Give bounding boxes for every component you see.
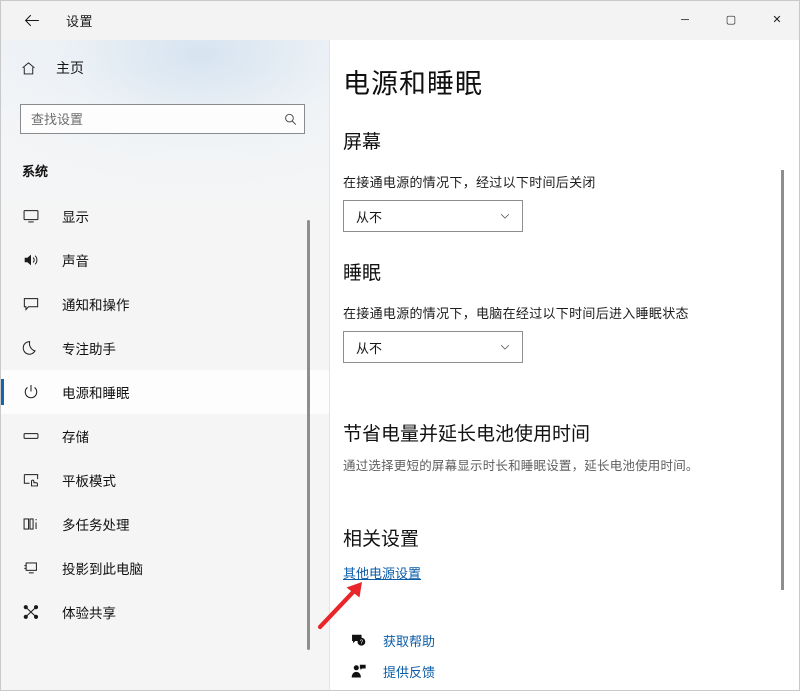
- sidebar-item-label: 显示: [62, 210, 89, 225]
- sidebar-item-shared-experiences[interactable]: 体验共享: [0, 590, 329, 634]
- help-bubble-icon: ?: [343, 632, 373, 649]
- storage-icon: [22, 427, 46, 445]
- sidebar-item-label: 存储: [62, 430, 89, 445]
- give-feedback-label: 提供反馈: [383, 665, 436, 680]
- sidebar-scrollbar[interactable]: [307, 220, 310, 650]
- moon-icon: [22, 339, 46, 357]
- project-icon: [22, 559, 46, 577]
- search-box[interactable]: [20, 104, 305, 134]
- sidebar-item-power-and-sleep[interactable]: 电源和睡眠: [0, 370, 329, 414]
- screen-section-heading: 屏幕: [343, 132, 382, 153]
- sidebar-item-label: 通知和操作: [62, 298, 130, 313]
- sidebar-home-label: 主页: [56, 60, 84, 76]
- power-icon: [22, 383, 46, 401]
- sidebar-item-notifications[interactable]: 通知和操作: [0, 282, 329, 326]
- sidebar-nav-list: 显示 声音 通知和操作 专注助手 电源和睡眠 存储 平板模式 多任务处理 投影到…: [0, 194, 329, 634]
- maximize-icon: ▢: [725, 13, 737, 26]
- content-scrollbar[interactable]: [781, 170, 784, 590]
- back-arrow-icon[interactable]: [14, 4, 50, 36]
- sidebar-item-projecting[interactable]: 投影到此电脑: [0, 546, 329, 590]
- sleep-section-heading: 睡眠: [343, 263, 382, 284]
- sidebar-item-display[interactable]: 显示: [0, 194, 329, 238]
- battery-saver-description: 通过选择更短的屏幕显示时长和睡眠设置，延长电池使用时间。: [343, 459, 699, 473]
- window-controls: ─ ▢ ✕: [662, 0, 800, 40]
- notification-icon: [22, 295, 46, 313]
- sleep-timeout-dropdown[interactable]: 从不: [343, 331, 523, 363]
- sidebar-item-tablet-mode[interactable]: 平板模式: [0, 458, 329, 502]
- close-icon: ✕: [772, 13, 782, 26]
- sidebar: 主页 系统: [0, 0, 330, 691]
- sidebar-item-focus-assist[interactable]: 专注助手: [0, 326, 329, 370]
- screen-timeout-label: 在接通电源的情况下，经过以下时间后关闭: [343, 175, 596, 190]
- window-title: 设置: [66, 13, 94, 29]
- sidebar-item-label: 专注助手: [62, 342, 116, 357]
- home-icon: [20, 60, 42, 77]
- battery-saver-heading: 节省电量并延长电池使用时间: [343, 424, 591, 445]
- sidebar-item-label: 平板模式: [62, 474, 116, 489]
- related-settings-heading: 相关设置: [343, 529, 420, 550]
- settings-window: 主页 系统: [0, 0, 800, 691]
- chevron-down-icon: [498, 209, 512, 223]
- main-content: 电源和睡眠 屏幕 在接通电源的情况下，经过以下时间后关闭 从不 睡眠 在接通电源…: [331, 40, 800, 691]
- multitask-icon: [22, 515, 46, 533]
- sleep-timeout-value: 从不: [356, 340, 383, 356]
- page-title: 电源和睡眠: [343, 69, 483, 99]
- minimize-button[interactable]: ─: [662, 0, 708, 40]
- sidebar-item-label: 投影到此电脑: [62, 562, 143, 577]
- minimize-icon: ─: [681, 13, 689, 26]
- sidebar-item-label: 电源和睡眠: [62, 386, 130, 401]
- get-help-link[interactable]: ? 获取帮助: [343, 625, 800, 656]
- sidebar-item-label: 声音: [62, 254, 89, 269]
- get-help-label: 获取帮助: [383, 634, 436, 649]
- share-icon: [22, 603, 46, 621]
- other-power-settings-link[interactable]: 其他电源设置: [343, 563, 421, 582]
- sidebar-item-home[interactable]: 主页: [0, 48, 329, 88]
- tablet-icon: [22, 471, 46, 489]
- feedback-person-icon: [343, 663, 373, 680]
- sidebar-item-label: 多任务处理: [62, 518, 130, 533]
- sidebar-item-sound[interactable]: 声音: [0, 238, 329, 282]
- sidebar-item-label: 体验共享: [62, 606, 116, 621]
- chevron-down-icon: [498, 340, 512, 354]
- maximize-button[interactable]: ▢: [708, 0, 754, 40]
- screen-timeout-dropdown[interactable]: 从不: [343, 200, 523, 232]
- sidebar-item-storage[interactable]: 存储: [0, 414, 329, 458]
- give-feedback-link[interactable]: 提供反馈: [343, 656, 800, 687]
- search-input[interactable]: [21, 105, 276, 133]
- help-links-list: ? 获取帮助 提供反馈: [343, 625, 800, 687]
- title-bar: 设置 ─ ▢ ✕: [0, 0, 800, 40]
- speaker-icon: [22, 251, 46, 269]
- sidebar-group-title: 系统: [22, 164, 49, 179]
- sleep-timeout-label: 在接通电源的情况下，电脑在经过以下时间后进入睡眠状态: [343, 306, 689, 321]
- monitor-icon: [22, 207, 46, 225]
- sidebar-item-multitasking[interactable]: 多任务处理: [0, 502, 329, 546]
- screen-timeout-value: 从不: [356, 209, 383, 225]
- search-icon[interactable]: [276, 112, 304, 127]
- close-button[interactable]: ✕: [754, 0, 800, 40]
